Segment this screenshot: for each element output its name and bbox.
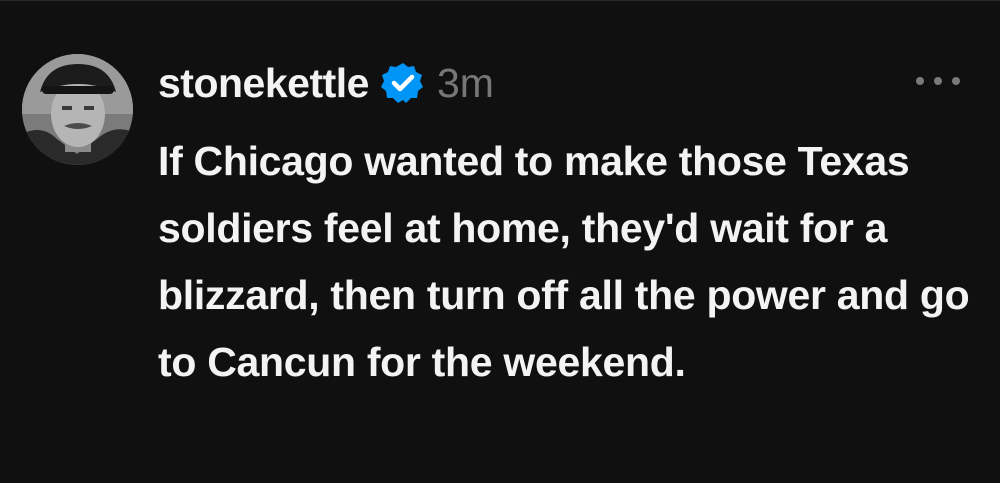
profile-photo-icon <box>22 54 133 165</box>
username[interactable]: stonekettle <box>158 62 369 104</box>
more-dot <box>916 77 924 85</box>
post-text: If Chicago wanted to make those Texas so… <box>158 138 970 385</box>
post-header: stonekettle 3m <box>158 53 494 113</box>
more-dot <box>952 77 960 85</box>
post-card: stonekettle 3m If Chicago wanted to make… <box>0 0 1000 483</box>
verified-badge-icon <box>380 63 423 103</box>
timestamp: 3m <box>436 59 494 106</box>
more-options-icon[interactable] <box>916 71 960 91</box>
avatar[interactable] <box>22 54 133 165</box>
more-dot <box>934 77 942 85</box>
